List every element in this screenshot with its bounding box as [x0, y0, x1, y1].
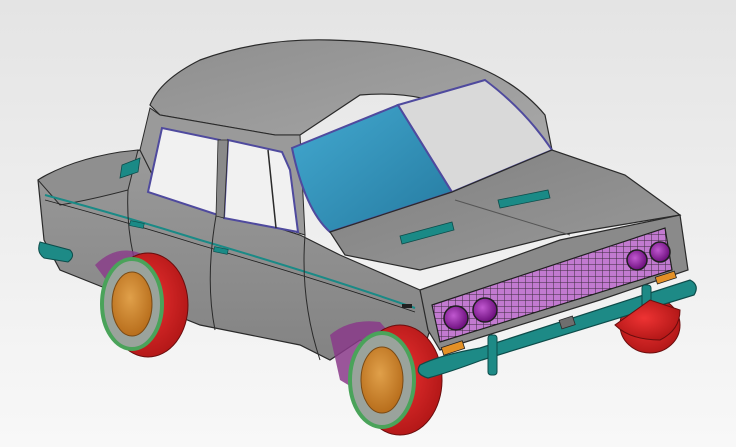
headlight-outer-right [649, 241, 671, 263]
front-hub [360, 346, 404, 414]
headlight-inner-right [626, 249, 648, 271]
rear-hub [111, 271, 153, 337]
3d-viewport[interactable] [0, 0, 736, 447]
fender-badge [402, 304, 412, 308]
bumper-guard-left [487, 334, 498, 376]
headlight-outer-left [443, 305, 469, 331]
car-model-svg[interactable] [0, 0, 736, 447]
headlight-inner-left [472, 297, 498, 323]
